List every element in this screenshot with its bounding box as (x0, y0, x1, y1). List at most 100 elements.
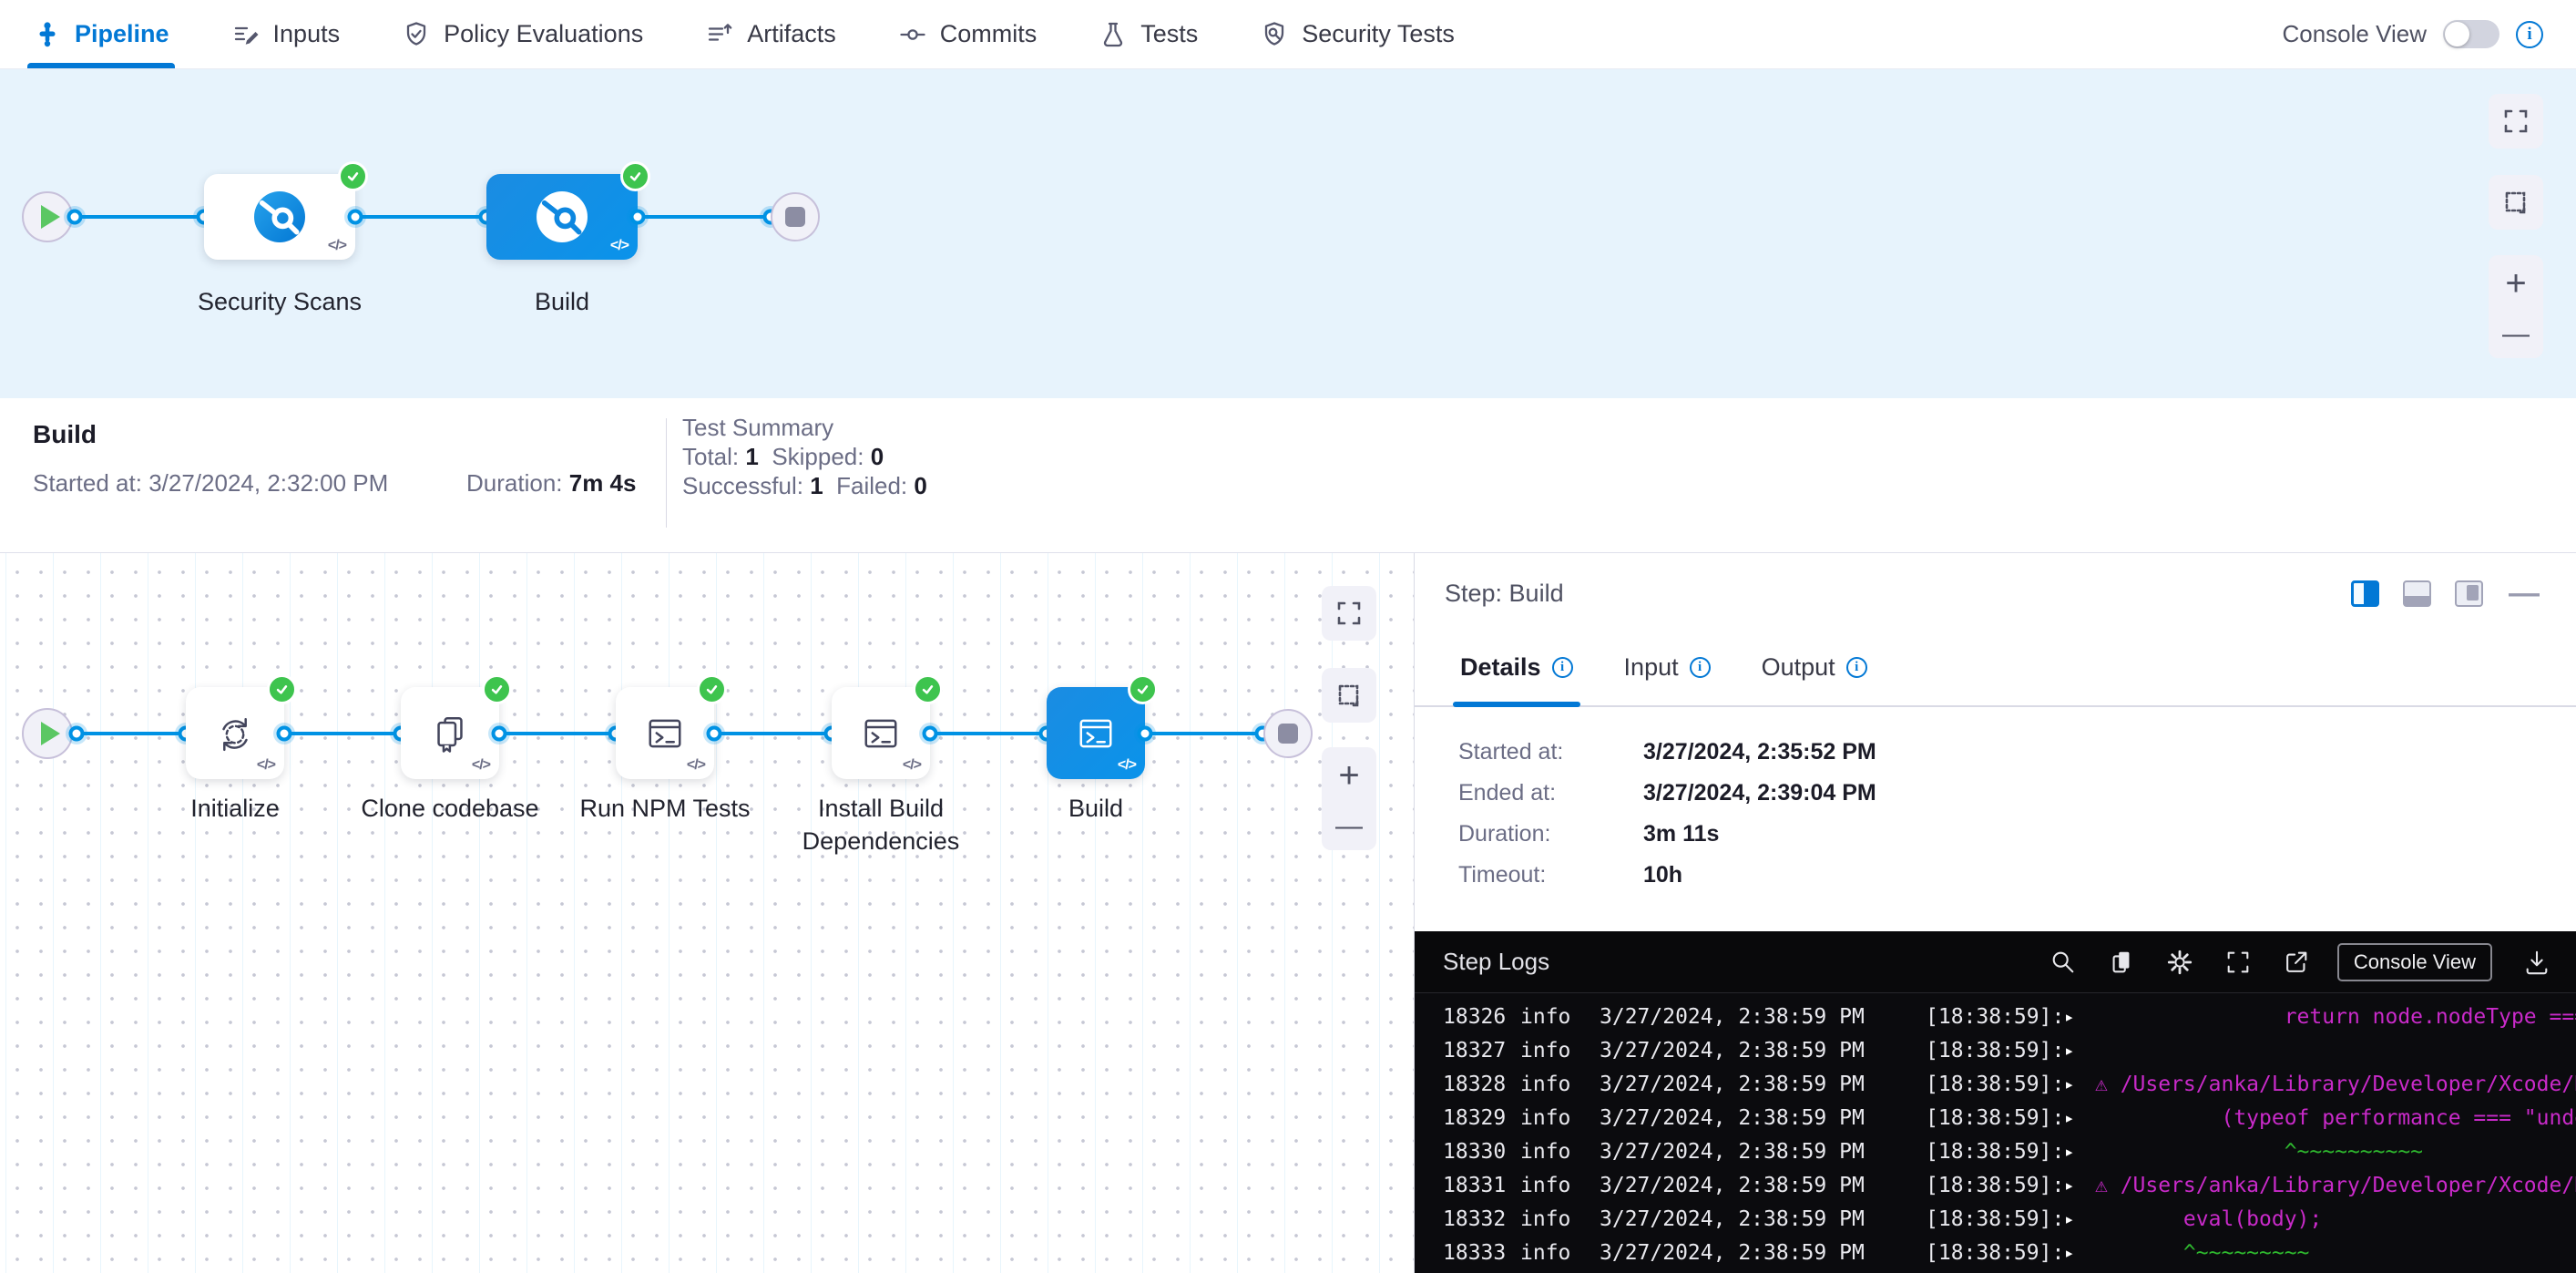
expand-canvas-button[interactable] (1322, 586, 1376, 641)
stage-node-security-scans[interactable]: </> (204, 174, 355, 260)
started-at: Started at: 3/27/2024, 2:32:00 PM (33, 469, 388, 498)
stage-summary-title: Build (33, 420, 97, 449)
tab-label: Inputs (273, 20, 341, 48)
step-node-build[interactable]: </> (1047, 687, 1145, 779)
tab-policy-evaluations[interactable]: Policy Evaluations (402, 0, 643, 68)
tab-details[interactable]: Details i (1457, 653, 1577, 705)
pipeline-start-node[interactable] (22, 191, 73, 242)
expand-arrow-icon[interactable]: ▸ (2064, 1237, 2095, 1270)
layout-drawer-icon[interactable] (2455, 580, 2483, 607)
tab-inputs[interactable]: Inputs (231, 0, 341, 68)
stage-graph-canvas[interactable]: </> </> Security Scans Build (0, 69, 2576, 398)
divider (666, 418, 667, 528)
expand-arrow-icon[interactable]: ▸ (2064, 1135, 2095, 1169)
marquee-select-icon (2501, 188, 2530, 217)
step-details-panel: Step: Build — Details i Input i Output (1414, 553, 2576, 1273)
success-badge (338, 161, 368, 191)
stage-edge (73, 215, 772, 219)
edge-connector (630, 210, 646, 225)
stop-icon (1278, 724, 1298, 744)
info-icon[interactable]: i (1690, 657, 1711, 678)
expand-arrow-icon[interactable]: ▸ (2064, 1169, 2095, 1203)
zoom-out-button[interactable]: — (2502, 321, 2530, 348)
log-line: 18327info3/27/2024, 2:38:59 PM[18:38:59]… (1443, 1034, 2576, 1068)
search-icon[interactable] (2050, 949, 2077, 976)
stage-summary: Build Started at: 3/27/2024, 2:32:00 PM … (0, 398, 2576, 553)
step-details-list: Started at: 3/27/2024, 2:35:52 PM Ended … (1458, 732, 2540, 896)
step-node-install-build-dependencies[interactable]: </> (832, 687, 930, 779)
marquee-select-button[interactable] (1322, 668, 1376, 723)
expand-arrow-icon[interactable]: ▸ (2064, 1102, 2095, 1135)
tab-output[interactable]: Output i (1758, 653, 1871, 705)
marquee-select-button[interactable] (2489, 175, 2543, 230)
fullscreen-icon (2501, 107, 2530, 136)
step-graph-canvas[interactable]: </> </> (0, 553, 1414, 1273)
tab-tests[interactable]: Tests (1099, 0, 1198, 68)
edge-connector (1138, 726, 1153, 742)
open-in-new-icon[interactable] (2283, 949, 2310, 976)
test-summary-title: Test Summary (682, 413, 927, 442)
layout-split-bottom-icon[interactable] (2403, 580, 2431, 607)
tab-label: Policy Evaluations (444, 20, 643, 48)
edge-connector (67, 210, 83, 225)
pipeline-icon (33, 20, 62, 49)
tab-security-tests[interactable]: Security Tests (1260, 0, 1455, 68)
log-line: 18328info3/27/2024, 2:38:59 PM[18:38:59]… (1443, 1068, 2576, 1102)
success-badge (1128, 674, 1158, 704)
step-logs-output[interactable]: 18326info3/27/2024, 2:38:59 PM[18:38:59]… (1415, 993, 2576, 1273)
stage-label: Security Scans (198, 285, 362, 318)
stage-start-node[interactable] (22, 708, 73, 759)
step-node-clone-codebase[interactable]: </> (401, 687, 499, 779)
edge-connector (69, 726, 85, 742)
top-navigation: Pipeline Inputs Policy Evaluations Artif… (0, 0, 2576, 69)
log-line: 18330info3/27/2024, 2:38:59 PM[18:38:59]… (1443, 1135, 2576, 1169)
tab-commits[interactable]: Commits (898, 0, 1038, 68)
settings-gear-icon[interactable] (2166, 949, 2193, 976)
stage-label: Build (535, 285, 589, 318)
tab-label: Commits (940, 20, 1038, 48)
stage-node-build[interactable]: </> (486, 174, 638, 260)
step-label: Initialize (190, 792, 280, 825)
tab-label: Security Tests (1302, 20, 1455, 48)
zoom-in-button[interactable]: + (2505, 265, 2526, 302)
zoom-out-button[interactable]: — (1335, 813, 1363, 840)
step-node-initialize[interactable]: </> (186, 687, 284, 779)
fullscreen-icon[interactable] (2224, 949, 2252, 976)
stage-end-node[interactable] (1263, 709, 1313, 758)
step-logs-header: Step Logs (1415, 931, 2576, 993)
expand-arrow-icon[interactable]: ▸ (2064, 1001, 2095, 1034)
fullscreen-icon (1334, 599, 1364, 628)
download-icon[interactable] (2523, 949, 2550, 976)
expand-arrow-icon[interactable]: ▸ (2064, 1203, 2095, 1237)
detail-row: Ended at: 3/27/2024, 2:39:04 PM (1458, 773, 2540, 814)
console-view-button[interactable]: Console View (2337, 943, 2492, 981)
tab-artifacts[interactable]: Artifacts (705, 0, 836, 68)
expand-canvas-button[interactable] (2489, 94, 2543, 149)
console-view-label: Console View (2282, 20, 2427, 48)
pipeline-end-node[interactable] (771, 192, 820, 241)
info-icon[interactable]: i (1552, 657, 1573, 678)
step-panel-title: Step: Build (1445, 580, 1564, 608)
code-icon: </> (257, 757, 275, 774)
console-view-toggle[interactable] (2443, 20, 2499, 48)
success-badge (482, 674, 512, 704)
zoom-in-button[interactable]: + (1338, 757, 1359, 794)
clone-codebase-icon (426, 710, 474, 757)
expand-arrow-icon[interactable]: ▸ (2064, 1034, 2095, 1068)
step-node-run-npm-tests[interactable]: </> (616, 687, 714, 779)
tab-input[interactable]: Input i (1620, 653, 1714, 705)
tab-pipeline[interactable]: Pipeline (33, 0, 169, 68)
copy-icon[interactable] (2108, 949, 2135, 976)
edge-connector (923, 726, 938, 742)
log-line: 18333info3/27/2024, 2:38:59 PM[18:38:59]… (1443, 1237, 2576, 1270)
detail-row: Timeout: 10h (1458, 855, 2540, 896)
tests-icon (1099, 20, 1128, 49)
expand-arrow-icon[interactable]: ▸ (2064, 1068, 2095, 1102)
code-icon: </> (687, 757, 705, 774)
info-icon[interactable]: i (1846, 657, 1867, 678)
terminal-icon (857, 710, 905, 757)
code-icon: </> (328, 238, 346, 254)
layout-split-right-icon[interactable] (2351, 580, 2379, 607)
success-badge (913, 674, 943, 704)
info-icon[interactable]: i (2516, 21, 2543, 48)
